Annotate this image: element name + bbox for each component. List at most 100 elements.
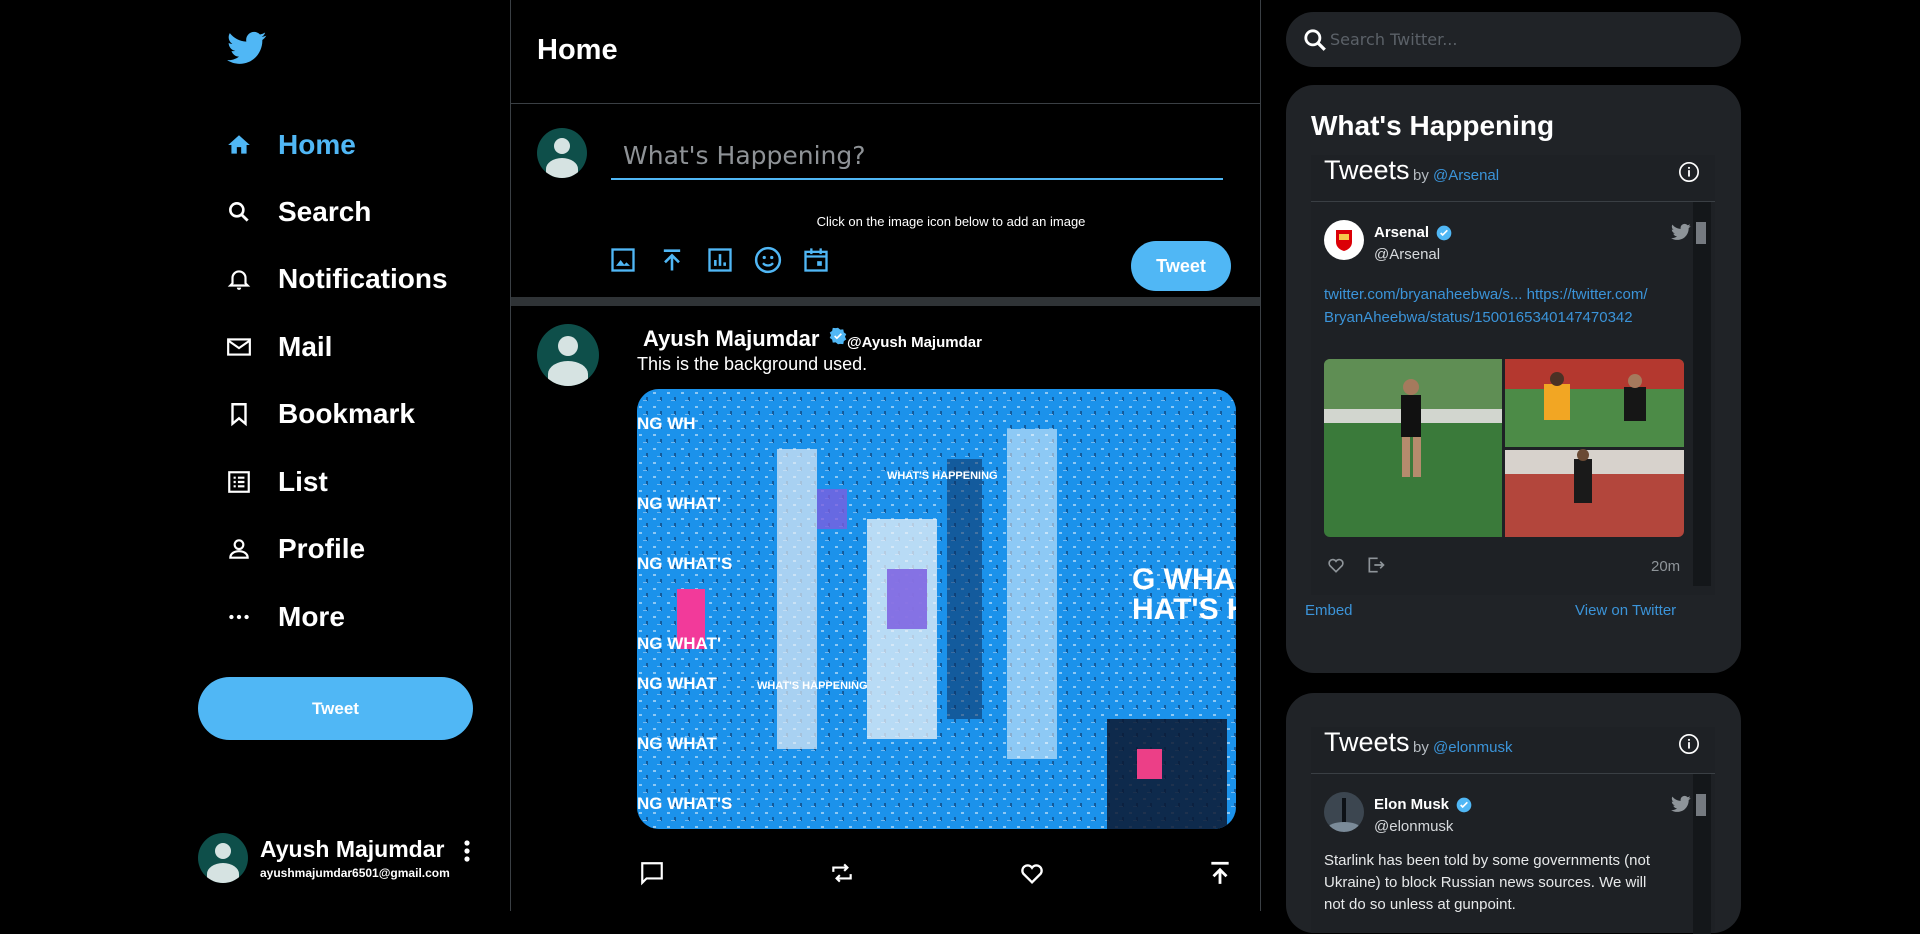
nav-list-label: List xyxy=(278,466,328,497)
whats-happening-input[interactable] xyxy=(611,132,1223,180)
like-icon[interactable] xyxy=(1017,858,1047,888)
svg-text:NG WHAT: NG WHAT xyxy=(637,674,718,693)
nav-profile-label: Profile xyxy=(278,533,366,564)
nav-search[interactable]: Search xyxy=(224,190,371,234)
bell-icon xyxy=(224,264,254,294)
account-email: ayushmajumdar6501@gmail.com xyxy=(260,866,450,880)
image-icon[interactable] xyxy=(608,245,638,275)
post-avatar[interactable] xyxy=(537,324,599,386)
main-feed: Home Click on the image icon below to ad… xyxy=(510,0,1261,911)
nav-mail[interactable]: Mail xyxy=(224,325,332,369)
nav-profile[interactable]: Profile xyxy=(224,527,365,571)
account-name: Ayush Majumdar xyxy=(260,836,445,862)
svg-text:NG WHAT'S: NG WHAT'S xyxy=(637,554,732,573)
timeline-embed: Tweets by @Arsenal Arsenal @Arsenal twit… xyxy=(1311,155,1715,595)
post-author-name[interactable]: Ayush Majumdar xyxy=(643,326,819,352)
post-author-handle[interactable]: @Ayush Majumdar xyxy=(847,334,982,351)
svg-text:WHAT'S HAPPENING: WHAT'S HAPPENING xyxy=(887,470,998,482)
search-icon xyxy=(1304,29,1326,51)
more-icon xyxy=(224,602,254,632)
media-caption: WHAT'S HAPPENING xyxy=(757,680,868,692)
embed-author-name[interactable]: Elon Musk xyxy=(1374,796,1449,813)
nav-home-label: Home xyxy=(278,129,356,160)
svg-text:G WHA: G WHA xyxy=(1132,563,1235,596)
composer-tweet-button[interactable]: Tweet xyxy=(1131,241,1231,291)
kebab-menu-icon[interactable] xyxy=(460,838,474,868)
poll-icon[interactable] xyxy=(705,245,735,275)
widget-title: What's Happening xyxy=(1311,110,1555,141)
timeline-embed: Tweets by @elonmusk Elon Musk @elonmusk … xyxy=(1311,727,1715,934)
person-icon xyxy=(224,534,254,564)
retweet-icon[interactable] xyxy=(827,858,857,888)
svg-text:NG WHAT': NG WHAT' xyxy=(637,634,721,653)
search-icon xyxy=(224,197,254,227)
svg-text:HAT'S HA: HAT'S HA xyxy=(1132,593,1236,626)
embed-author-handle[interactable]: @Arsenal xyxy=(1374,246,1440,263)
list-icon xyxy=(224,467,254,497)
elon-avatar xyxy=(1324,792,1364,832)
twitter-logo-icon[interactable] xyxy=(224,28,270,68)
embedded-tweet[interactable]: Arsenal @Arsenal twitter.com/bryanaheebw… xyxy=(1324,220,1704,590)
search-input[interactable] xyxy=(1330,22,1720,57)
nav-search-label: Search xyxy=(278,196,372,227)
info-icon[interactable] xyxy=(1678,161,1700,183)
nav-home[interactable]: Home xyxy=(224,123,356,167)
emoji-icon[interactable] xyxy=(753,245,783,275)
nav-list[interactable]: List xyxy=(224,460,328,504)
view-on-twitter-link[interactable]: View on Twitter xyxy=(1575,602,1676,619)
embed-author-name[interactable]: Arsenal xyxy=(1374,224,1429,241)
svg-text:NG WH: NG WH xyxy=(637,414,696,433)
embed-title: Tweets xyxy=(1324,155,1410,185)
tweet-time[interactable]: 20m xyxy=(1651,558,1680,575)
embed-author-handle[interactable]: @elonmusk xyxy=(1374,818,1453,835)
search-bar[interactable] xyxy=(1286,12,1741,67)
feed-post: Ayush Majumdar @Ayush Majumdar This is t… xyxy=(511,306,1260,906)
nav-bookmark-label: Bookmark xyxy=(278,398,415,429)
twitter-bird-icon[interactable] xyxy=(1669,794,1693,814)
tweet-link[interactable]: twitter.com/bryanaheebwa/s... https://tw… xyxy=(1324,283,1654,329)
nav-more-label: More xyxy=(278,601,345,632)
embed-title: Tweets xyxy=(1324,727,1410,757)
nav-mail-label: Mail xyxy=(278,331,333,362)
twitter-bird-icon[interactable] xyxy=(1669,222,1693,242)
tweet-link-short[interactable]: twitter.com/bryanaheebwa/s... xyxy=(1324,286,1522,303)
embedded-tweet[interactable]: Elon Musk @elonmusk Starlink has been to… xyxy=(1324,792,1704,932)
nav-notifications[interactable]: Notifications xyxy=(224,257,448,301)
post-text: This is the background used. xyxy=(637,354,868,374)
image-hint: Click on the image icon below to add an … xyxy=(816,214,1086,229)
feed-header: Home xyxy=(511,0,1260,104)
avatar xyxy=(198,833,248,883)
post-actions xyxy=(637,858,1242,888)
embed-by: by @elonmusk xyxy=(1413,739,1512,756)
post-image[interactable]: NG WH NG WHAT' NG WHAT'S NG WHAT' NG WHA… xyxy=(637,389,1236,829)
tweet-photos[interactable] xyxy=(1324,359,1684,537)
home-icon xyxy=(224,130,254,160)
mail-icon xyxy=(224,332,254,362)
account-switcher[interactable]: Ayush Majumdar ayushmajumdar6501@gmail.c… xyxy=(198,832,483,884)
embed-by-handle[interactable]: @Arsenal xyxy=(1433,167,1499,184)
schedule-icon[interactable] xyxy=(801,245,831,275)
nav-more[interactable]: More xyxy=(224,595,345,639)
verified-badge-icon xyxy=(1456,797,1472,813)
sidebar-tweet-button[interactable]: Tweet xyxy=(198,677,473,740)
nav-bookmark[interactable]: Bookmark xyxy=(224,392,415,436)
share-icon[interactable] xyxy=(1205,858,1235,888)
bookmark-icon xyxy=(224,399,254,429)
share-icon[interactable] xyxy=(1366,555,1386,575)
svg-text:NG WHAT'S: NG WHAT'S xyxy=(637,794,732,813)
svg-text:NG WHAT': NG WHAT' xyxy=(637,494,721,513)
embed-by-word: by xyxy=(1413,739,1429,756)
embed-by: by @Arsenal xyxy=(1413,167,1499,184)
verified-badge-icon xyxy=(829,327,847,345)
embed-link[interactable]: Embed xyxy=(1305,602,1353,619)
arsenal-logo-icon xyxy=(1324,220,1364,260)
embed-by-word: by xyxy=(1413,167,1429,184)
embed-by-handle[interactable]: @elonmusk xyxy=(1433,739,1512,756)
whats-happening-widget: What's Happening Tweets by @Arsenal Arse… xyxy=(1286,85,1741,673)
page-title: Home xyxy=(537,34,618,66)
info-icon[interactable] xyxy=(1678,733,1700,755)
like-icon[interactable] xyxy=(1326,555,1346,575)
reply-icon[interactable] xyxy=(637,858,667,888)
upload-icon[interactable] xyxy=(657,245,687,275)
tweet-composer: Click on the image icon below to add an … xyxy=(511,104,1260,306)
